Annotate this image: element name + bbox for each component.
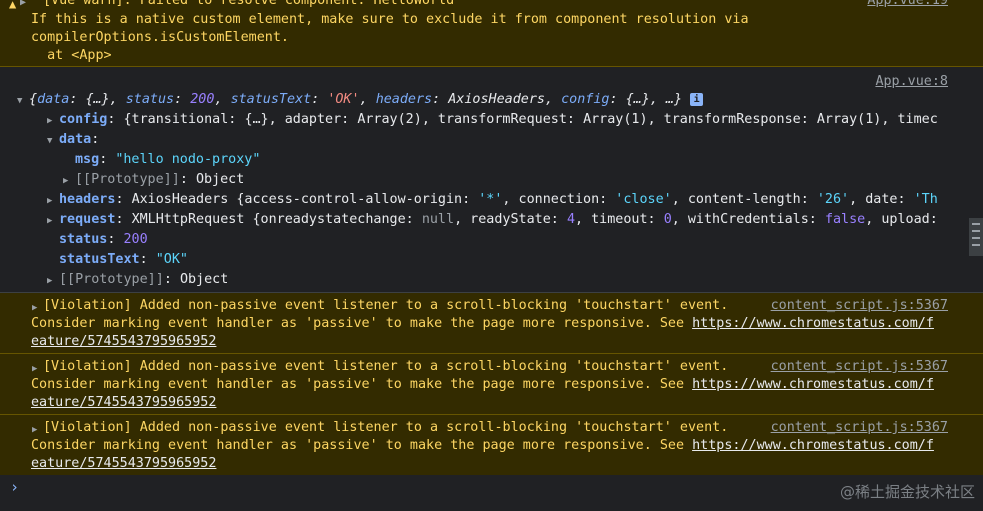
collapse-triangle-icon[interactable]: ▼: [47, 132, 59, 150]
object-log-entry: App.vue:8 ▼ {data: {…}, status: 200, stat…: [0, 67, 983, 293]
tree-row-status: status: 200: [59, 232, 148, 247]
expand-triangle-icon[interactable]: ▶: [47, 112, 59, 130]
watermark: @稀土掘金技术社区: [839, 483, 975, 501]
warning-line-1: [Vue warn]: Failed to resolve component:…: [43, 0, 455, 8]
chromestatus-link[interactable]: eature/5745543795965952: [31, 456, 216, 471]
violation-line-3: eature/5745543795965952: [31, 394, 216, 412]
violation-line-2: Consider marking event handler as 'passi…: [31, 377, 934, 392]
expand-triangle-icon[interactable]: ▶: [63, 172, 75, 190]
violation-message: ▶ [Violation] Added non-passive event li…: [0, 354, 983, 415]
source-link[interactable]: App.vue:8: [875, 73, 948, 91]
warning-line-2: If this is a native custom element, make…: [31, 12, 749, 27]
violation-line-1: [Violation] Added non-passive event list…: [43, 420, 729, 435]
tree-row-request[interactable]: ▶ request: XMLHttpRequest {onreadystatech…: [47, 211, 938, 230]
expand-triangle-icon[interactable]: ▶: [47, 192, 59, 210]
violation-line-3: eature/5745543795965952: [31, 455, 216, 473]
tree-row-statustext: statusText: "OK": [59, 252, 188, 267]
violation-message: ▶ [Violation] Added non-passive event li…: [0, 415, 983, 476]
chromestatus-link[interactable]: https://www.chromestatus.com/f: [692, 438, 934, 453]
prompt-chevron-icon: ›: [10, 478, 20, 496]
violation-line-1: [Violation] Added non-passive event list…: [43, 298, 729, 313]
expand-triangle-icon[interactable]: ▶: [20, 0, 26, 12]
chromestatus-link[interactable]: eature/5745543795965952: [31, 395, 216, 410]
source-link[interactable]: content_script.js:5367: [771, 419, 948, 437]
source-link[interactable]: content_script.js:5367: [771, 297, 948, 315]
expand-triangle-icon[interactable]: ▶: [47, 272, 59, 290]
collapse-triangle-icon[interactable]: ▼: [17, 92, 29, 110]
tree-row-data[interactable]: ▼ data:: [47, 131, 99, 150]
warning-line-3: compilerOptions.isCustomElement.: [31, 30, 289, 45]
warning-icon: ▲: [9, 0, 17, 11]
chromestatus-link[interactable]: https://www.chromestatus.com/f: [692, 316, 934, 331]
chromestatus-link[interactable]: https://www.chromestatus.com/f: [692, 377, 934, 392]
warning-line-4: at <App>: [31, 48, 112, 63]
violation-line-3: eature/5745543795965952: [31, 333, 216, 351]
expand-triangle-icon[interactable]: ▶: [47, 212, 59, 230]
source-link[interactable]: App.vue:19: [867, 0, 948, 10]
info-icon[interactable]: i: [690, 93, 704, 106]
violation-line-2: Consider marking event handler as 'passi…: [31, 316, 934, 331]
chromestatus-link[interactable]: eature/5745543795965952: [31, 334, 216, 349]
tree-row-headers[interactable]: ▶ headers: AxiosHeaders {access-control-a…: [47, 191, 938, 210]
violation-message: ▶ [Violation] Added non-passive event li…: [0, 293, 983, 354]
scrollbar-thumb[interactable]: [969, 218, 983, 256]
source-link[interactable]: content_script.js:5367: [771, 358, 948, 376]
tree-row-msg: msg: "hello nodo-proxy": [75, 152, 261, 167]
tree-row-data-prototype[interactable]: ▶ [[Prototype]]: Object: [63, 171, 244, 190]
tree-row-config[interactable]: ▶ config: {transitional: {…}, adapter: Ar…: [47, 111, 938, 130]
vue-warning-message: ▲ ▶ [Vue warn]: Failed to resolve compon…: [0, 0, 983, 67]
violation-line-2: Consider marking event handler as 'passi…: [31, 438, 934, 453]
console-prompt[interactable]: ›: [0, 475, 983, 511]
tree-row-prototype[interactable]: ▶ [[Prototype]]: Object: [47, 271, 228, 290]
response-summary[interactable]: ▼ {data: {…}, status: 200, statusText: 'O…: [17, 91, 704, 110]
violation-line-1: [Violation] Added non-passive event list…: [43, 359, 729, 374]
